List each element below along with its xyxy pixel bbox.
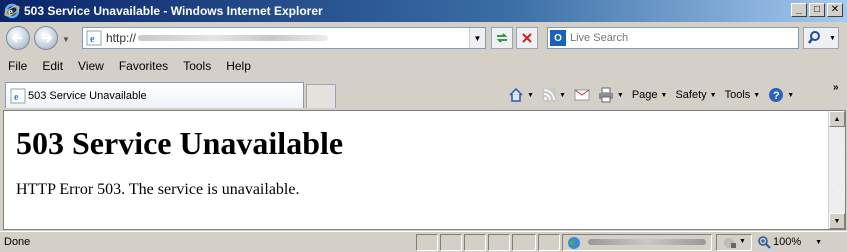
page-heading: 503 Service Unavailable xyxy=(16,125,344,161)
tab-label: 503 Service Unavailable xyxy=(28,89,147,102)
safety-menu-label: Safety xyxy=(675,89,707,101)
tools-menu[interactable]: Tools ▼ xyxy=(725,89,761,101)
address-dropdown-icon[interactable]: ▼ xyxy=(469,28,485,48)
mail-icon xyxy=(574,89,590,101)
status-pane xyxy=(512,234,536,251)
home-button[interactable]: ▼ xyxy=(508,87,534,103)
forward-arrow-icon xyxy=(42,33,53,43)
error-message: HTTP Error 503. The service is unavailab… xyxy=(16,181,300,198)
menu-help[interactable]: Help xyxy=(218,59,258,73)
svg-text:?: ? xyxy=(773,90,780,102)
status-pane xyxy=(416,234,438,251)
zoom-dropdown-icon[interactable]: ▼ xyxy=(815,239,822,246)
zoom-icon xyxy=(758,236,771,249)
stop-button[interactable] xyxy=(516,27,538,49)
stop-icon xyxy=(522,33,532,43)
status-pane xyxy=(440,234,462,251)
status-text: Done xyxy=(4,236,31,248)
search-input[interactable] xyxy=(570,32,790,44)
home-icon xyxy=(509,87,523,102)
scroll-down-button[interactable]: ▼ xyxy=(829,213,845,229)
new-tab-button[interactable] xyxy=(306,84,336,108)
zoom-level: 100% xyxy=(773,236,802,248)
menu-favorites[interactable]: Favorites xyxy=(111,59,175,73)
safety-menu[interactable]: Safety ▼ xyxy=(675,89,716,101)
toolbar-overflow-button[interactable]: » xyxy=(833,82,839,93)
status-pane xyxy=(464,234,486,251)
page-content: 503 Service Unavailable HTTP Error 503. … xyxy=(3,110,846,230)
magnifier-icon xyxy=(808,31,820,44)
help-button[interactable]: ? ▼ xyxy=(768,87,794,103)
vertical-scrollbar[interactable]: ▲ ▼ xyxy=(828,111,845,229)
back-button[interactable] xyxy=(6,26,30,50)
window-title: 503 Service Unavailable - Windows Intern… xyxy=(24,4,323,18)
menu-edit[interactable]: Edit xyxy=(34,59,70,73)
status-bar: Done ▼ 100% ▼ xyxy=(0,231,847,252)
refresh-icon xyxy=(496,33,508,43)
address-url[interactable]: http:// xyxy=(106,31,136,45)
recent-pages-dropdown-icon[interactable]: ▼ xyxy=(62,35,70,44)
tab-row: e 503 Service Unavailable ▼ ▼ ▼ Page ▼ S… xyxy=(0,78,847,110)
status-pane xyxy=(488,234,510,251)
refresh-button[interactable] xyxy=(491,27,513,49)
protected-mode-dropdown-icon[interactable]: ▼ xyxy=(739,238,746,245)
menu-tools[interactable]: Tools xyxy=(175,59,218,73)
scroll-up-button[interactable]: ▲ xyxy=(829,111,845,127)
page-menu-label: Page xyxy=(631,89,658,101)
svg-text:e: e xyxy=(90,34,95,45)
address-bar[interactable]: e http:// ▼ xyxy=(82,27,486,49)
search-box[interactable]: O xyxy=(547,27,799,49)
tab-503-service-unavailable[interactable]: e 503 Service Unavailable xyxy=(5,82,304,108)
page-ie-icon: e xyxy=(86,30,102,46)
feeds-button[interactable]: ▼ xyxy=(541,88,566,102)
print-button[interactable]: ▼ xyxy=(598,87,624,103)
protected-mode-icon xyxy=(724,238,736,248)
search-button[interactable]: ▼ xyxy=(803,27,839,49)
protected-mode-pane[interactable]: ▼ xyxy=(716,234,752,251)
tools-menu-label: Tools xyxy=(724,89,751,101)
menu-view[interactable]: View xyxy=(70,59,111,73)
navigation-bar: ▼ e http:// ▼ O ▼ xyxy=(0,22,847,54)
forward-button[interactable] xyxy=(34,26,58,50)
close-button[interactable]: ✕ xyxy=(827,3,843,17)
internet-explorer-icon: e xyxy=(4,3,20,19)
menu-file[interactable]: File xyxy=(0,59,34,73)
zoom-control[interactable]: 100% ▼ xyxy=(757,235,822,249)
minimize-button[interactable]: _ xyxy=(791,3,807,17)
printer-icon xyxy=(598,87,613,103)
rss-feed-icon xyxy=(541,88,556,102)
svg-text:e: e xyxy=(14,92,19,103)
maximize-button[interactable]: □ xyxy=(809,3,825,17)
page-menu[interactable]: Page ▼ xyxy=(632,89,668,101)
status-pane xyxy=(538,234,560,251)
help-icon: ? xyxy=(769,88,784,102)
obscured-zone-text xyxy=(588,239,706,245)
menu-bar: File Edit View Favorites Tools Help xyxy=(0,55,847,77)
back-arrow-icon xyxy=(11,33,22,43)
obscured-url xyxy=(138,35,329,41)
tab-page-icon: e xyxy=(10,88,26,103)
live-search-icon: O xyxy=(550,30,566,46)
zone-globe-icon xyxy=(568,237,580,249)
command-bar: ▼ ▼ ▼ Page ▼ Safety ▼ Tools ▼ ? ▼ xyxy=(508,84,802,106)
search-options-dropdown-icon[interactable]: ▼ xyxy=(829,35,836,42)
title-bar[interactable]: e 503 Service Unavailable - Windows Inte… xyxy=(0,0,847,22)
read-mail-button[interactable] xyxy=(574,89,590,101)
